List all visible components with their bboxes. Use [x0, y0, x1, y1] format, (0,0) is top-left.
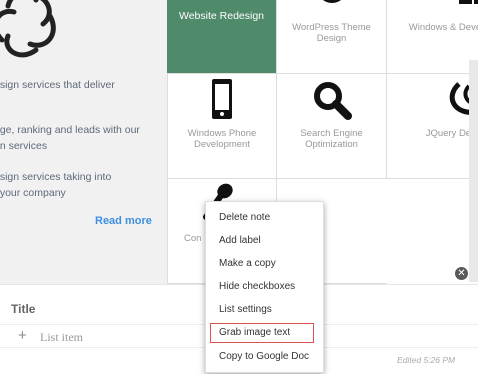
menu-item-make-copy[interactable]: Make a copy	[210, 254, 314, 274]
plus-icon[interactable]: +	[18, 327, 27, 344]
service-label: Windows & Developme	[408, 22, 478, 33]
menu-item-add-label[interactable]: Add label	[210, 231, 314, 251]
menu-item-delete-note[interactable]: Delete note	[210, 208, 314, 228]
read-more-link[interactable]: Read more	[95, 215, 152, 227]
service-tile-jquery[interactable]: JQuery Developme	[387, 74, 478, 179]
list-item-placeholder[interactable]: List item	[40, 330, 83, 345]
magnifier-icon	[313, 82, 352, 120]
wordpress-icon	[322, 0, 341, 3]
menu-item-copy-to-google-doc[interactable]: Copy to Google Doc	[210, 347, 314, 367]
menu-item-list-settings[interactable]: List settings	[210, 300, 314, 320]
service-label: Windows Phone Development	[187, 128, 257, 150]
intro-text-3: esign services taking into f your compan…	[0, 171, 112, 199]
service-label: WordPress Theme Design	[292, 22, 371, 44]
service-tile-wordpress[interactable]: WordPress Theme Design	[277, 0, 387, 74]
note-context-menu: Delete note Add label Make a copy Hide c…	[205, 201, 324, 373]
swirl-logo-icon	[0, 0, 56, 58]
close-icon[interactable]: ✕	[455, 267, 468, 280]
menu-item-hide-checkboxes[interactable]: Hide checkboxes	[210, 277, 314, 297]
service-tile-windows[interactable]: Windows & Developme	[387, 0, 478, 74]
rotate-icon	[207, 0, 237, 4]
menu-item-grab-image-text[interactable]: Grab image text	[210, 323, 314, 343]
service-label: Search Engine Optimization	[300, 128, 363, 150]
scrollbar[interactable]	[469, 60, 478, 282]
service-tile-windows-phone[interactable]: Windows Phone Development	[167, 74, 277, 179]
phone-icon	[212, 79, 232, 119]
note-title[interactable]: Title	[11, 302, 35, 316]
intro-text-1: esign services that deliver	[0, 79, 115, 91]
service-tile-seo[interactable]: Search Engine Optimization	[277, 74, 387, 179]
service-tile-website-redesign[interactable]: Website Redesign	[167, 0, 277, 74]
windows-icon	[459, 0, 478, 4]
intro-panel: esign services that deliver age, ranking…	[0, 0, 167, 284]
service-label: Website Redesign	[178, 10, 265, 22]
edited-timestamp: Edited 5:26 PM	[397, 355, 456, 365]
service-label: JQuery Developme	[425, 128, 478, 139]
intro-text-2: age, ranking and leads with our gn servi…	[0, 124, 140, 152]
